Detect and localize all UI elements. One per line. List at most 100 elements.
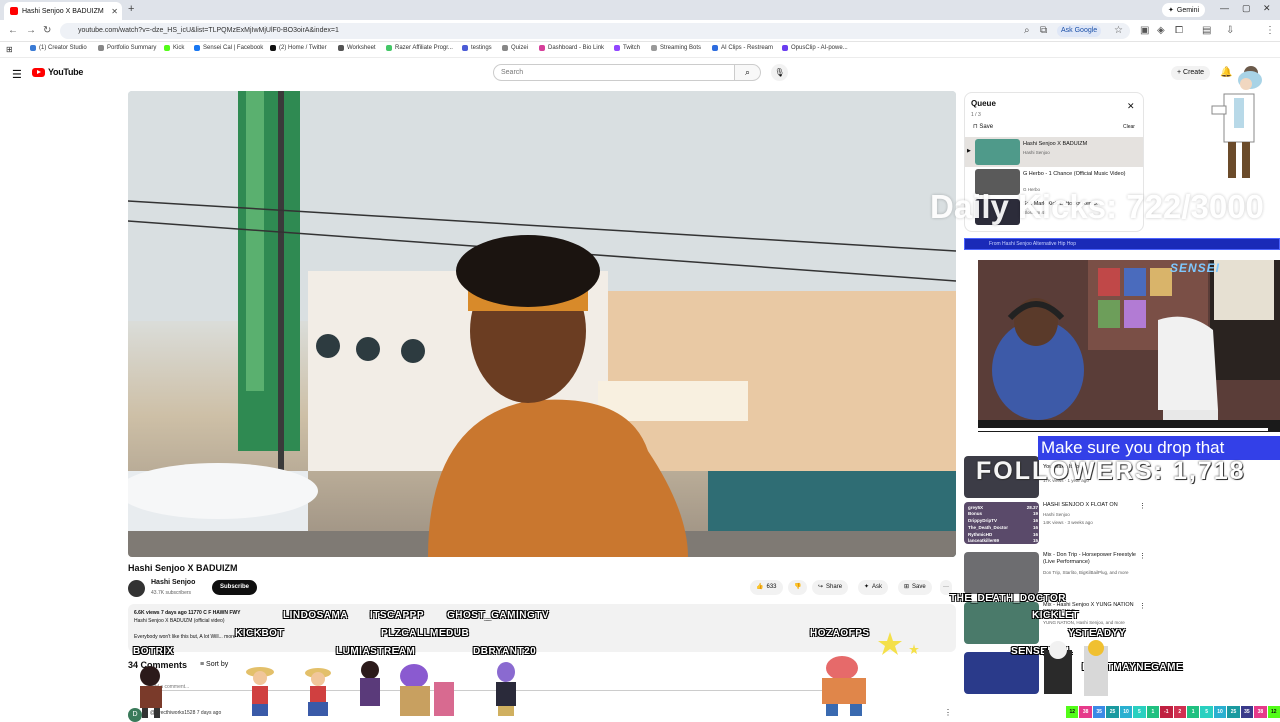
- sort-by-button[interactable]: ≡ Sort by: [200, 661, 228, 668]
- browser-tab[interactable]: Hashi Senjoo X BADUIZM ✕: [4, 2, 122, 20]
- bookmark-item[interactable]: testings: [462, 45, 492, 51]
- apps-grid-icon[interactable]: ⊞: [6, 45, 13, 54]
- bar-number: 25: [1106, 706, 1119, 718]
- sidepanel-icon[interactable]: ▤: [1202, 25, 1211, 36]
- bookmark-icon: [98, 45, 104, 51]
- install-icon[interactable]: ⧉: [1040, 25, 1047, 36]
- bookmark-icon: [502, 45, 508, 51]
- bookmarks-bar: ⊞ (1) Creator Studio Portfolio Summary K…: [0, 42, 1280, 58]
- zoom-icon[interactable]: ⌕: [1024, 25, 1030, 36]
- bookmark-item[interactable]: Kick: [164, 45, 184, 51]
- queue-item-title: Hashi Senjoo X BADUIZM: [1023, 141, 1088, 147]
- bookmark-icon: [386, 45, 392, 51]
- bookmark-item[interactable]: Quizei: [502, 45, 528, 51]
- chatter-sprite: [496, 662, 516, 716]
- leader-score: 16: [1032, 531, 1038, 537]
- browser-tab-strip: Hashi Senjoo X BADUIZM ✕ + ✦ Gemini — ▢ ✕: [0, 0, 1280, 20]
- ask-label: Ask: [872, 584, 883, 590]
- share-button[interactable]: ↪ Share: [812, 580, 849, 595]
- chatter-sprite: [360, 661, 454, 716]
- more-options-icon[interactable]: ⋮: [1139, 602, 1146, 610]
- search-icon[interactable]: ⌕: [735, 64, 761, 81]
- leaderboard-row: RythmicHD 16: [968, 532, 1038, 539]
- sparkle-icon: ✦: [864, 584, 870, 590]
- close-icon[interactable]: ✕: [1127, 101, 1135, 112]
- bookmark-item[interactable]: Twitch: [614, 45, 640, 51]
- maximize-icon[interactable]: ▢: [1242, 3, 1251, 14]
- bookmark-item[interactable]: Sensei Cal | Facebook: [194, 45, 263, 51]
- url-field[interactable]: youtube.com/watch?v=-dze_HS_icU&list=TLP…: [60, 23, 1130, 39]
- leader-score: 15: [1032, 538, 1038, 544]
- bookmark-icon: [539, 45, 545, 51]
- related-channel: Hashi Senjoo: [1043, 512, 1070, 517]
- tab-title: Hashi Senjoo X BADUIZM: [22, 7, 104, 15]
- bar-number: 5: [1200, 706, 1213, 718]
- close-window-icon[interactable]: ✕: [1263, 3, 1271, 14]
- related-title: Mix - Don Trip - Horsepower Freestyle (L…: [1043, 552, 1136, 565]
- search-input[interactable]: Search: [493, 64, 735, 81]
- thumbs-down-icon: 👎: [794, 584, 802, 590]
- related-thumbnail: [964, 652, 1039, 694]
- minimize-icon[interactable]: —: [1220, 3, 1229, 13]
- save-label: Save: [912, 584, 926, 590]
- chatter-name: LINDOSAMA: [283, 610, 349, 621]
- channel-avatar[interactable]: [128, 580, 145, 597]
- youtube-logo[interactable]: YouTube: [32, 67, 83, 77]
- more-options-icon[interactable]: ⋮: [1139, 552, 1146, 560]
- bookmark-icon: [462, 45, 468, 51]
- ask-google-button[interactable]: Ask Google: [1057, 25, 1102, 37]
- queue-thumbnail: [975, 139, 1020, 165]
- queue-save-button[interactable]: ⊓ Save: [973, 123, 993, 130]
- bookmark-item[interactable]: OpusClip - AI-powe...: [782, 45, 848, 51]
- comment-menu-icon[interactable]: ⋮: [944, 708, 952, 717]
- back-icon[interactable]: ←: [8, 25, 18, 36]
- bookmark-item[interactable]: Worksheet: [338, 45, 376, 51]
- bookmark-item[interactable]: Razer Affiliate Progr...: [386, 45, 453, 51]
- ask-button[interactable]: ✦ Ask: [858, 580, 889, 595]
- close-tab-icon[interactable]: ✕: [111, 7, 118, 16]
- hamburger-menu-icon[interactable]: ☰: [12, 68, 22, 81]
- new-tab-icon[interactable]: +: [128, 3, 134, 15]
- bookmark-item[interactable]: Dashboard - Bio Link: [539, 45, 604, 51]
- chatter-name: THE_DEATH_DOCTOR: [950, 593, 1066, 604]
- bookmark-item[interactable]: AI Clips - Restream: [712, 45, 773, 51]
- chatter-name: KICKBOT: [235, 628, 285, 639]
- video-frame: [128, 91, 956, 557]
- leader-name: SenseiCal: [968, 498, 990, 503]
- queue-clear-button[interactable]: Clear: [1123, 124, 1135, 130]
- puzzle-icon[interactable]: ⧠: [1175, 25, 1183, 36]
- extension-icon[interactable]: ▣: [1140, 25, 1149, 36]
- leader-score: 28.37: [1026, 504, 1038, 510]
- bookmark-item[interactable]: (2) Home / Twitter: [270, 45, 327, 51]
- save-button[interactable]: ⊞ Save: [898, 580, 932, 595]
- leader-name: RythmicHD: [968, 531, 993, 537]
- queue-item[interactable]: ▶ Hashi Senjoo X BADUIZM Hashi Senjoo: [965, 137, 1143, 167]
- more-options-icon[interactable]: ⋮: [1139, 502, 1146, 510]
- logo-text: YouTube: [48, 67, 84, 77]
- leader-name: Bonus: [968, 511, 982, 517]
- related-channel: Don Trip, Starlito, BigKilBailPlug, and …: [1043, 570, 1129, 575]
- shield-icon[interactable]: ◈: [1157, 25, 1165, 36]
- forward-icon[interactable]: →: [26, 25, 36, 36]
- channel-name[interactable]: Hashi Senjoo: [151, 579, 195, 586]
- video-player[interactable]: [128, 91, 956, 557]
- like-button[interactable]: 👍 633: [750, 580, 783, 595]
- leaderboard-row: lanceatkiller69 15: [968, 538, 1038, 545]
- bar-number: 5: [1133, 706, 1146, 718]
- leaderboard-row: SenseiCal 148: [968, 498, 1038, 505]
- subscribe-button[interactable]: Subscribe: [212, 580, 258, 595]
- download-icon[interactable]: ⇩: [1226, 25, 1234, 36]
- gemini-button[interactable]: ✦ Gemini: [1162, 3, 1206, 17]
- menu-kebab-icon[interactable]: ⋮: [1265, 25, 1275, 36]
- bookmark-item[interactable]: (1) Creator Studio: [30, 45, 87, 51]
- video-title: Hashi Senjoo X BADUIZM: [128, 563, 238, 573]
- bookmark-item[interactable]: Portfolio Summary: [98, 45, 156, 51]
- bookmark-star-icon[interactable]: ☆: [1114, 25, 1123, 36]
- bookmark-item[interactable]: Streaming Bots: [651, 45, 701, 51]
- microphone-icon[interactable]: 🎙: [771, 64, 788, 81]
- followers-counter: FOLLOWERS: 1,718: [976, 457, 1246, 485]
- related-video[interactable]: Mix - Don Trip - Horsepower Freestyle (L…: [964, 552, 1164, 596]
- dislike-button[interactable]: 👎: [788, 580, 808, 595]
- bookmark-label: Portfolio Summary: [107, 45, 157, 51]
- reload-icon[interactable]: ↻: [43, 25, 51, 36]
